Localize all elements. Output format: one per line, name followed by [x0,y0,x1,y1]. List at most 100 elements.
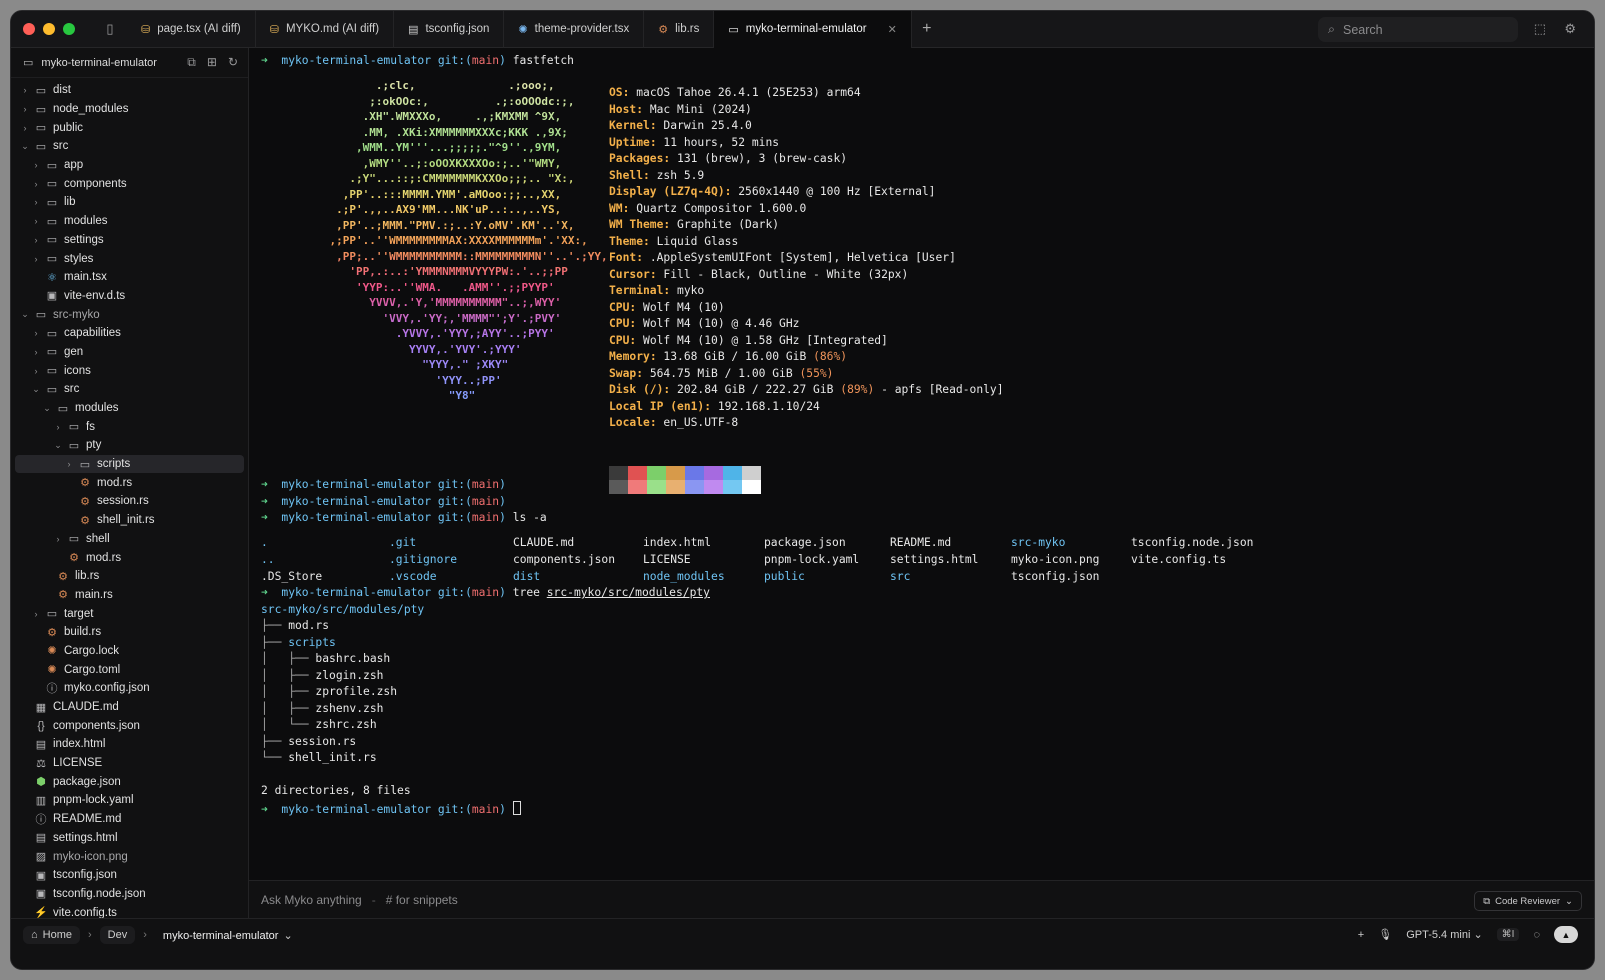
file-tree-item[interactable]: › ▭ icons [11,361,248,380]
file-tree-item[interactable]: › ▭ shell [11,530,248,549]
file-tree-item[interactable]: ⚖ LICENSE [11,754,248,773]
tab-theme-provider[interactable]: ✺ theme-provider.tsx [504,11,645,48]
close-window-button[interactable] [23,23,35,35]
tab-page-tsx[interactable]: ⛁ page.tsx (AI diff) [127,11,256,48]
chevron-down-icon[interactable]: ⌄ [19,141,31,152]
share-icon[interactable]: ⬚ [1534,21,1546,37]
file-tree-item[interactable]: › ▭ components [11,174,248,193]
sidebar-toggle-icon[interactable]: ▯ [93,16,127,42]
microphone-icon[interactable]: 🎙︎ [1378,928,1392,941]
file-tree-item[interactable]: ⓘ myko.config.json [11,679,248,698]
chevron-right-icon[interactable]: › [30,216,42,226]
file-tree-item[interactable]: ▤ index.html [11,735,248,754]
file-tree-item[interactable]: ⚙ session.rs [11,492,248,511]
file-tree-item[interactable]: › ▭ node_modules [11,100,248,119]
ask-input[interactable]: Ask Myko anything - # for snippets ⧉ Cod… [249,880,1594,918]
chevron-right-icon[interactable]: › [19,85,31,95]
chevron-down-icon[interactable]: ⌄ [41,403,53,414]
chevron-down-icon[interactable]: ⌄ [19,309,31,320]
file-tree-item[interactable]: › ▭ scripts [15,454,244,474]
chevron-down-icon[interactable]: ⌄ [30,384,42,395]
folder-code-icon: ⛁ [141,23,151,36]
file-tree-item[interactable]: › ▭ app [11,156,248,175]
terminal-panel[interactable]: ➜ myko-terminal-emulator git:(main) fast… [249,48,1594,880]
file-tree-item[interactable]: ▦ CLAUDE.md [11,698,248,717]
tab-tsconfig[interactable]: ▤ tsconfig.json [394,11,505,48]
chevron-right-icon[interactable]: › [52,422,64,432]
new-tab-button[interactable]: + [912,11,942,48]
file-tree-item[interactable]: › ▭ dist [11,81,248,100]
file-tree-item[interactable]: › ▭ settings [11,231,248,250]
file-tree-item[interactable]: › ▭ lib [11,193,248,212]
model-selector[interactable]: GPT-5.4 mini ⌄ [1406,928,1482,941]
new-file-icon[interactable]: ⧉ [187,55,196,70]
breadcrumb-dev[interactable]: Dev [99,926,136,944]
file-tree-item[interactable]: {} components.json [11,716,248,735]
breadcrumb-project[interactable]: myko-terminal-emulator ⌄ [155,926,301,945]
file-tree-item[interactable]: ⚙ mod.rs [11,473,248,492]
tab-terminal[interactable]: ▭ myko-terminal-emulator ✕ [714,11,912,48]
chevron-right-icon[interactable]: › [30,197,42,207]
file-tree-item[interactable]: ▣ tsconfig.json [11,866,248,885]
file-tree-item[interactable]: › ▭ modules [11,212,248,231]
file-tree-item[interactable]: ▥ pnpm-lock.yaml [11,791,248,810]
file-tree-item[interactable]: ⌄ ▭ pty [11,436,248,455]
snippet-hint: # for snippets [385,892,458,907]
file-tree-item[interactable]: › ▭ public [11,118,248,137]
file-tree-item[interactable]: ⌄ ▭ src [11,137,248,156]
file-tree-item[interactable]: › ▭ capabilities [11,324,248,343]
file-tree-item[interactable]: ⚛ main.tsx [11,268,248,287]
chat-icon[interactable]: ◌ [1533,929,1540,941]
palette-swatch [742,466,761,480]
chevron-down-icon[interactable]: ⌄ [52,440,64,451]
fastfetch-info-line: Packages: 131 (brew), 3 (brew-cask) [609,152,848,165]
shortcut-badge: ⌘I [1496,928,1520,941]
file-tree-item[interactable]: ⚙ lib.rs [11,567,248,586]
chevron-right-icon[interactable]: › [30,347,42,357]
file-tree-item[interactable]: ⚙ main.rs [11,586,248,605]
close-tab-icon[interactable]: ✕ [888,23,897,36]
file-tree-item[interactable]: ⌄ ▭ src [11,380,248,399]
file-tree-item[interactable]: ⓘ README.md [11,810,248,829]
tab-lib-rs[interactable]: ⚙ lib.rs [644,11,715,48]
chevron-right-icon[interactable]: › [30,179,42,189]
file-tree-item[interactable]: ✺ Cargo.lock [11,642,248,661]
chevron-right-icon[interactable]: › [52,534,64,544]
chevron-right-icon[interactable]: › [30,160,42,170]
chevron-right-icon[interactable]: › [63,459,75,469]
file-tree: › ▭ dist › ▭ node_modules › ▭ public ⌄ ▭ src › ▭ app › ▭… [11,78,248,922]
breadcrumb-home[interactable]: ⌂ Home [23,926,80,944]
file-tree-item[interactable]: ✺ Cargo.toml [11,660,248,679]
new-folder-icon[interactable]: ⊞ [207,55,217,70]
settings-gear-icon[interactable]: ⚙ [1564,21,1576,37]
chevron-right-icon[interactable]: › [30,609,42,619]
file-tree-item[interactable]: ⚙ mod.rs [11,548,248,567]
submit-button[interactable]: ▲ [1554,926,1578,943]
chevron-right-icon[interactable]: › [19,123,31,133]
file-tree-item[interactable]: › ▭ gen [11,343,248,362]
tab-myko-md[interactable]: ⛁ MYKO.md (AI diff) [256,11,395,48]
chevron-right-icon[interactable]: › [30,328,42,338]
file-tree-item[interactable]: ▤ settings.html [11,829,248,848]
zoom-window-button[interactable] [63,23,75,35]
file-tree-item[interactable]: ⌄ ▭ modules [11,399,248,418]
file-tree-item[interactable]: › ▭ fs [11,417,248,436]
code-reviewer-button[interactable]: ⧉ Code Reviewer ⌄ [1474,891,1582,911]
chevron-right-icon[interactable]: › [19,104,31,114]
chevron-right-icon[interactable]: › [30,254,42,264]
file-tree-item[interactable]: ⚙ build.rs [11,623,248,642]
file-tree-item[interactable]: › ▭ styles [11,249,248,268]
chevron-right-icon[interactable]: › [30,235,42,245]
file-tree-item[interactable]: › ▭ target [11,604,248,623]
search-input[interactable]: ⌕ Search [1318,17,1518,42]
file-tree-item[interactable]: ⬢ package.json [11,772,248,791]
chevron-right-icon[interactable]: › [30,366,42,376]
file-tree-item[interactable]: ▨ myko-icon.png [11,847,248,866]
file-tree-item[interactable]: ▣ vite-env.d.ts [11,287,248,306]
file-tree-item[interactable]: ⌄ ▭ src-myko [11,305,248,324]
file-tree-item[interactable]: ⚙ shell_init.rs [11,511,248,530]
add-icon[interactable]: + [1358,929,1364,941]
refresh-icon[interactable]: ↻ [228,55,238,70]
file-tree-item[interactable]: ▣ tsconfig.node.json [11,885,248,904]
minimize-window-button[interactable] [43,23,55,35]
